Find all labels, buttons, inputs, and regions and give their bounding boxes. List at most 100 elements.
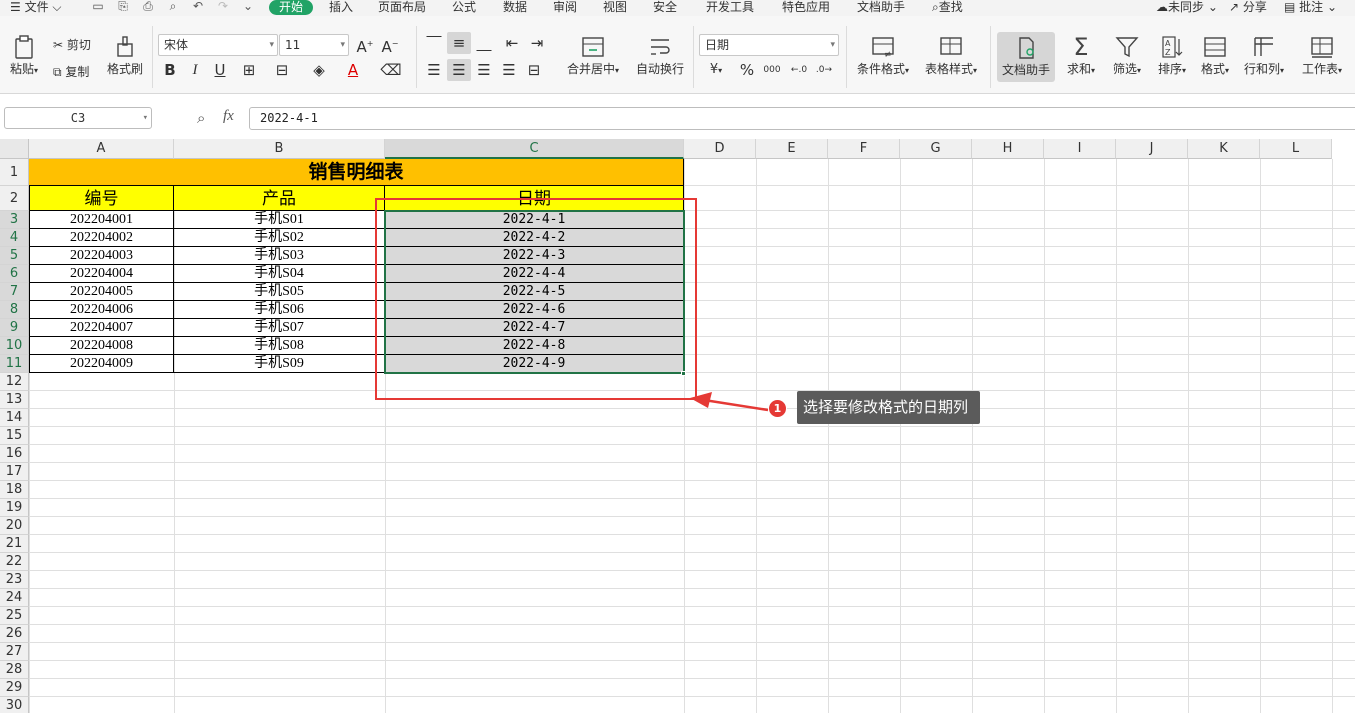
row-header-22[interactable]: 22 — [0, 553, 29, 571]
product-cell[interactable]: 手机S05 — [174, 283, 385, 301]
column-header-e[interactable]: E — [756, 139, 828, 159]
row-header-12[interactable]: 12 — [0, 373, 29, 391]
row-header-4[interactable]: 4 — [0, 229, 29, 247]
borders-icon[interactable]: ⊞ — [237, 59, 261, 81]
quick-access-dropdown-icon[interactable]: ⌄ — [239, 0, 257, 14]
underline-icon[interactable]: U — [208, 59, 232, 81]
print-icon[interactable]: ⎙ — [139, 0, 157, 14]
date-cell[interactable]: 2022-4-6 — [385, 301, 684, 319]
column-header-c[interactable]: C — [385, 139, 684, 159]
fill-style-icon[interactable]: ⊟ — [270, 59, 294, 81]
row-header-27[interactable]: 27 — [0, 643, 29, 661]
align-middle-icon[interactable]: ≡ — [447, 32, 471, 54]
row-header-26[interactable]: 26 — [0, 625, 29, 643]
decrease-decimal-icon[interactable]: .0→ — [812, 59, 836, 81]
header-id-cell[interactable]: 编号 — [29, 186, 174, 211]
column-header-f[interactable]: F — [828, 139, 900, 159]
save-icon[interactable]: ▭ — [89, 0, 107, 14]
tab-view[interactable]: 视图 — [603, 0, 627, 16]
product-cell[interactable]: 手机S03 — [174, 247, 385, 265]
print-preview-icon[interactable]: ⌕ — [164, 0, 182, 14]
spreadsheet-grid[interactable]: ABCDEFGHIJKL 1 2 3 4 5 6 7 8 9 10 11 12 13 14 15 16 17 18… — [0, 139, 1355, 713]
sum-button[interactable]: Σ 求和▾ — [1062, 34, 1100, 77]
font-color-icon[interactable]: A — [341, 59, 365, 81]
id-cell[interactable]: 202204006 — [29, 301, 174, 319]
tab-insert[interactable]: 插入 — [329, 0, 353, 16]
product-cell[interactable]: 手机S08 — [174, 337, 385, 355]
date-cell[interactable]: 2022-4-8 — [385, 337, 684, 355]
row-header-5[interactable]: 5 — [0, 247, 29, 265]
row-header-11[interactable]: 11 — [0, 355, 29, 373]
justify-icon[interactable]: ☰ — [497, 59, 521, 81]
zoom-icon[interactable]: ⌕ — [197, 109, 205, 127]
paste-button[interactable]: 粘贴▾ — [6, 34, 42, 77]
date-cell[interactable]: 2022-4-4 — [385, 265, 684, 283]
doc-assistant-button[interactable]: 文档助手 — [997, 32, 1055, 82]
row-header-6[interactable]: 6 — [0, 265, 29, 283]
row-header-25[interactable]: 25 — [0, 607, 29, 625]
distribute-icon[interactable]: ⊟ — [522, 59, 546, 81]
column-header-a[interactable]: A — [29, 139, 174, 159]
row-header-21[interactable]: 21 — [0, 535, 29, 553]
align-center-icon[interactable]: ☰ — [447, 59, 471, 81]
id-cell[interactable]: 202204004 — [29, 265, 174, 283]
row-header-28[interactable]: 28 — [0, 661, 29, 679]
row-header-14[interactable]: 14 — [0, 409, 29, 427]
percent-icon[interactable]: % — [735, 59, 759, 81]
id-cell[interactable]: 202204007 — [29, 319, 174, 337]
decrease-font-icon[interactable]: A− — [378, 33, 402, 56]
tab-formulas[interactable]: 公式 — [452, 0, 476, 16]
increase-font-icon[interactable]: A+ — [353, 33, 377, 56]
row-header-15[interactable]: 15 — [0, 427, 29, 445]
id-cell[interactable]: 202204002 — [29, 229, 174, 247]
fill-color-icon[interactable]: ◈ — [307, 59, 331, 81]
thousands-separator-icon[interactable]: 000 — [760, 59, 784, 81]
id-cell[interactable]: 202204008 — [29, 337, 174, 355]
product-cell[interactable]: 手机S09 — [174, 355, 385, 373]
table-style-button[interactable]: 表格样式▾ — [920, 34, 982, 77]
date-cell[interactable]: 2022-4-3 — [385, 247, 684, 265]
row-header-20[interactable]: 20 — [0, 517, 29, 535]
id-cell[interactable]: 202204001 — [29, 211, 174, 229]
cut-button[interactable]: ✂ 剪切 — [53, 36, 91, 53]
tab-data[interactable]: 数据 — [503, 0, 527, 16]
tab-page-layout[interactable]: 页面布局 — [378, 0, 426, 16]
outdent-icon[interactable]: ⇤ — [500, 32, 524, 54]
product-cell[interactable]: 手机S06 — [174, 301, 385, 319]
column-header-k[interactable]: K — [1188, 139, 1260, 159]
row-header-23[interactable]: 23 — [0, 571, 29, 589]
comment-button[interactable]: ▤ 批注 ⌄ — [1284, 0, 1337, 16]
tab-doc-assistant[interactable]: 文档助手 — [857, 0, 905, 16]
export-icon[interactable]: ⎘ — [114, 0, 132, 14]
sort-button[interactable]: AZ 排序▾ — [1153, 34, 1191, 77]
row-header-19[interactable]: 19 — [0, 499, 29, 517]
column-header-j[interactable]: J — [1116, 139, 1188, 159]
align-bottom-icon[interactable]: ⎽ — [472, 32, 496, 54]
wrap-text-button[interactable]: 自动换行 — [632, 34, 688, 77]
header-product-cell[interactable]: 产品 — [174, 186, 385, 211]
number-format-select[interactable]: 日期 ▾ — [699, 34, 839, 56]
row-header-16[interactable]: 16 — [0, 445, 29, 463]
select-all-corner[interactable] — [0, 139, 29, 159]
row-header-8[interactable]: 8 — [0, 301, 29, 319]
tab-review[interactable]: 审阅 — [553, 0, 577, 16]
fill-handle[interactable] — [681, 371, 686, 376]
format-painter-button[interactable]: 格式刷 — [105, 34, 145, 77]
worksheet-button[interactable]: 工作表▾ — [1296, 34, 1348, 77]
align-top-icon[interactable]: ⎺ — [422, 32, 446, 54]
search-button[interactable]: ⌕查找 — [932, 0, 963, 16]
date-cell[interactable]: 2022-4-1 — [385, 211, 684, 229]
column-header-d[interactable]: D — [684, 139, 756, 159]
align-right-icon[interactable]: ☰ — [472, 59, 496, 81]
font-name-select[interactable]: 宋体 ▾ — [158, 34, 278, 56]
date-cell[interactable]: 2022-4-2 — [385, 229, 684, 247]
merge-center-button[interactable]: 合并居中▾ — [562, 34, 624, 77]
row-header-29[interactable]: 29 — [0, 679, 29, 697]
row-header-18[interactable]: 18 — [0, 481, 29, 499]
product-cell[interactable]: 手机S02 — [174, 229, 385, 247]
row-header-2[interactable]: 2 — [0, 186, 29, 211]
undo-icon[interactable]: ↶ — [189, 0, 207, 14]
row-col-button[interactable]: 行和列▾ — [1240, 34, 1288, 77]
row-header-9[interactable]: 9 — [0, 319, 29, 337]
tab-security[interactable]: 安全 — [653, 0, 677, 16]
